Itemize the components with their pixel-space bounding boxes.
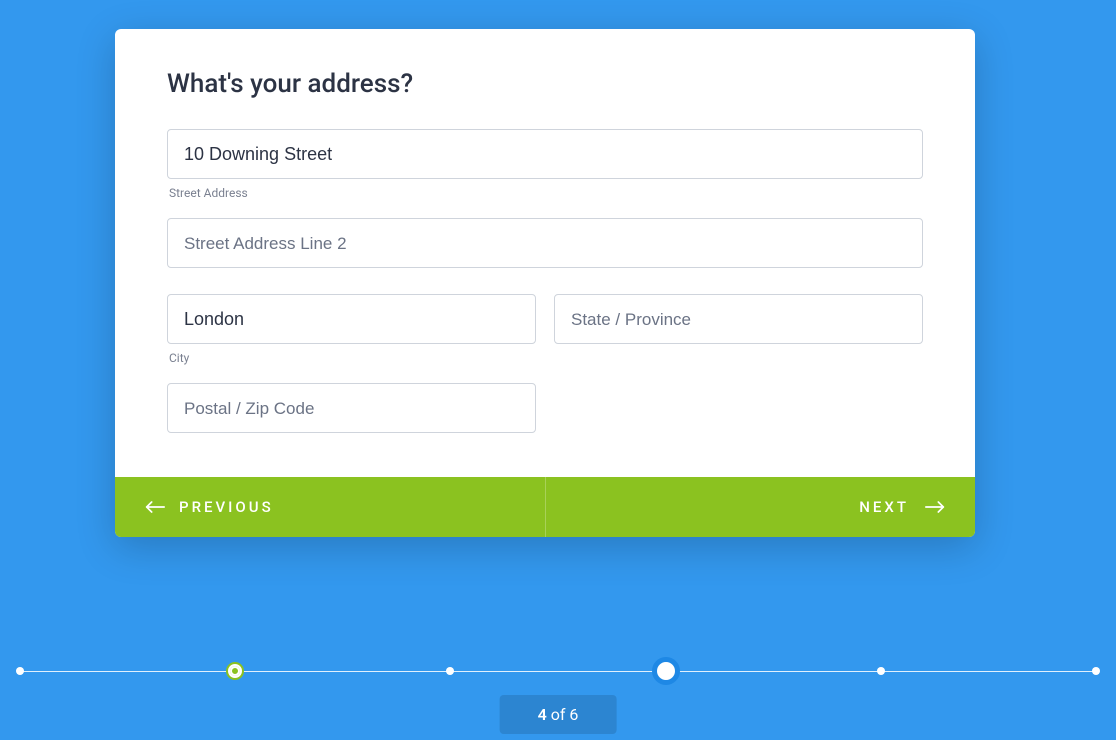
field-street2 (167, 218, 923, 268)
step-counter: 4 of 6 (500, 695, 617, 734)
field-city: City (167, 294, 536, 379)
street2-input[interactable] (167, 218, 923, 268)
progress-step-1[interactable] (16, 667, 24, 675)
arrow-right-icon (925, 500, 945, 514)
previous-label: PREVIOUS (179, 498, 274, 516)
street-input[interactable] (167, 129, 923, 179)
city-sublabel: City (167, 351, 536, 365)
form-card: What's your address? Street Address City (115, 29, 975, 537)
progress-step-2[interactable] (228, 664, 242, 678)
row-city-state: City (167, 294, 923, 379)
state-input[interactable] (554, 294, 923, 344)
street-sublabel: Street Address (167, 186, 923, 200)
progress-track (20, 670, 1096, 672)
form-body: What's your address? Street Address City (115, 29, 975, 477)
form-nav: PREVIOUS NEXT (115, 477, 975, 537)
step-total: 6 (569, 705, 578, 724)
row-street2 (167, 218, 923, 268)
progress-step-4[interactable] (652, 657, 680, 685)
previous-button[interactable]: PREVIOUS (115, 477, 545, 537)
page-title: What's your address? (167, 69, 923, 99)
next-button[interactable]: NEXT (546, 477, 976, 537)
field-postal (167, 383, 536, 433)
row-street: Street Address (167, 129, 923, 214)
arrow-left-icon (145, 500, 165, 514)
progress-step-3[interactable] (446, 667, 454, 675)
field-street: Street Address (167, 129, 923, 214)
field-state (554, 294, 923, 379)
step-of: of (547, 705, 570, 724)
next-label: NEXT (859, 498, 909, 516)
city-input[interactable] (167, 294, 536, 344)
row-postal (167, 383, 923, 433)
progress-step-6[interactable] (1092, 667, 1100, 675)
postal-input[interactable] (167, 383, 536, 433)
progress-line (20, 671, 1096, 672)
step-current: 4 (538, 705, 547, 724)
progress-step-5[interactable] (877, 667, 885, 675)
